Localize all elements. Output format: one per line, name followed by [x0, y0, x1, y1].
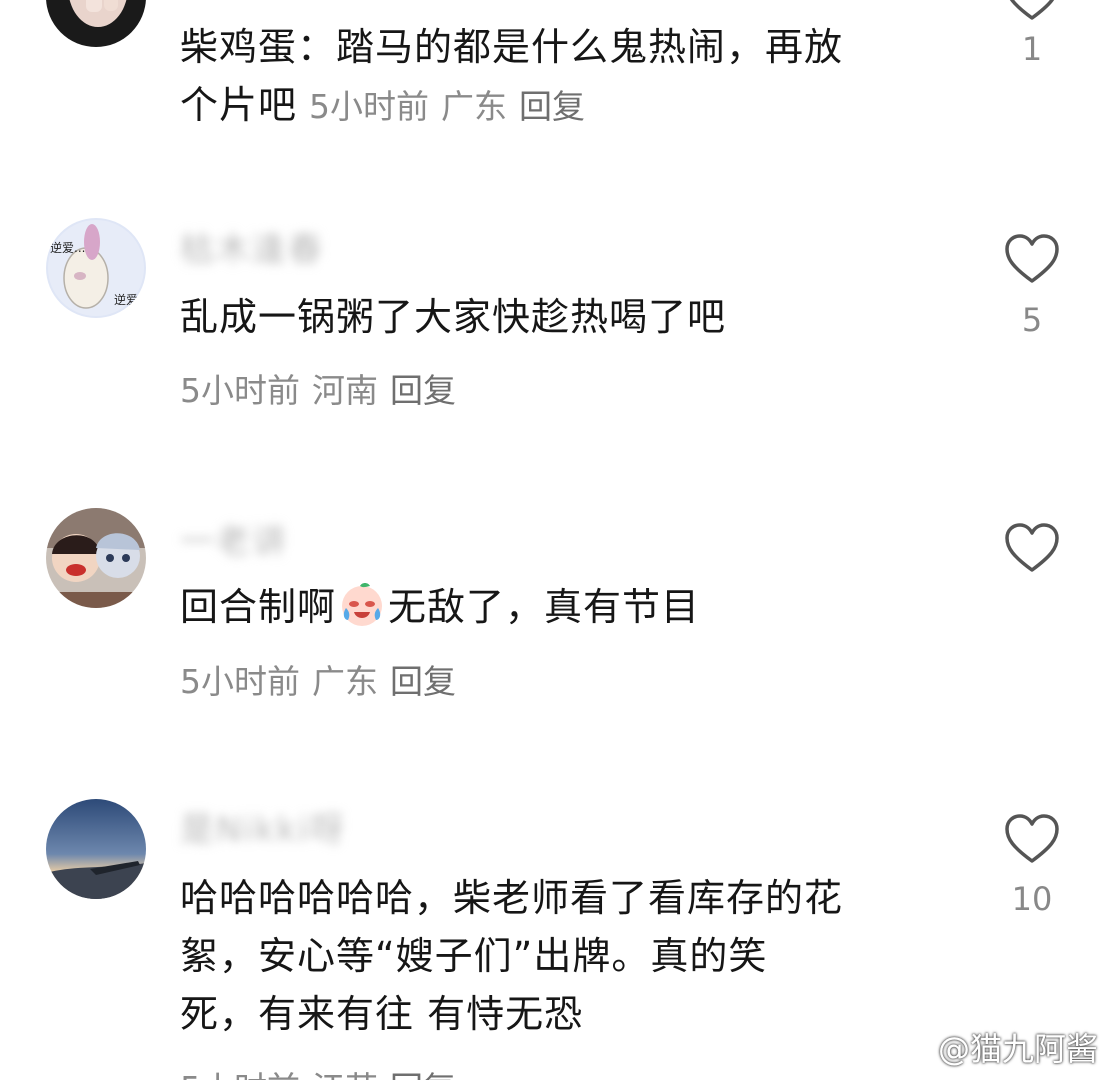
comment-text: 乱成一锅粥了大家快趁热喝了吧 [180, 288, 726, 346]
like-count: 10 [1011, 880, 1053, 918]
crying-laughing-emoji-icon [342, 583, 383, 626]
comment-location: 河南 [312, 371, 378, 410]
like-count: 1 [1021, 30, 1043, 68]
comment-line-text: 个片吧 [180, 83, 298, 127]
heart-outline-icon[interactable] [1003, 813, 1061, 865]
comment-time: 5小时前 [180, 1069, 300, 1080]
username[interactable]: 枯木逢春 [180, 222, 324, 271]
comment-line: 乱成一锅粥了大家快趁热喝了吧 [180, 295, 727, 339]
avatar[interactable] [46, 799, 146, 899]
comment-list: 柴鸡蛋：踏马的都是什么鬼热闹，再放 个片吧 5小时前 广东 回复 1 逆爱... 逆爱… [0, 0, 1110, 1080]
username[interactable]: 一老讲 [180, 514, 288, 563]
comment-time: 5小时前 [180, 662, 300, 701]
comment-line: 回合制啊 无敌了，真有节目 [180, 578, 700, 636]
comment-line-text: 回合制啊 [180, 585, 337, 629]
comment-line: 死，有来有往 有恃无恐 [180, 992, 584, 1036]
comment-line: 个片吧 5小时前 广东 回复 [180, 76, 843, 136]
comment-text: 柴鸡蛋：踏马的都是什么鬼热闹，再放 个片吧 5小时前 广东 回复 [180, 18, 843, 136]
comment-text: 哈哈哈哈哈哈，柴老师看了看库存的花 絮，安心等“嫂子们”出牌。真的笑 死，有来有… [180, 869, 843, 1043]
avatar-caption: 逆爱 [114, 292, 138, 307]
comment-time: 5小时前 [309, 87, 430, 126]
username[interactable]: 是Nikki呀 [180, 802, 346, 851]
reply-button[interactable]: 回复 [390, 1069, 456, 1080]
comment-line-text: 无敌了，真有节目 [388, 585, 701, 629]
heart-outline-icon[interactable] [1003, 0, 1061, 22]
comment-line: 絮，安心等“嫂子们”出牌。真的笑 [180, 934, 768, 978]
comment-meta: 5小时前 江苏 回复 [180, 1062, 468, 1080]
avatar[interactable] [46, 0, 146, 47]
comment-time: 5小时前 [180, 371, 300, 410]
comment-text: 回合制啊 无敌了，真有节目 [180, 578, 700, 636]
comment-line: 柴鸡蛋：踏马的都是什么鬼热闹，再放 [180, 25, 844, 69]
weibo-logo-icon [900, 1038, 933, 1064]
watermark: @猫九阿酱 [900, 1024, 1098, 1070]
avatar[interactable]: 逆爱... 逆爱 [46, 218, 146, 318]
reply-button[interactable]: 回复 [390, 662, 456, 701]
comment-meta: 5小时前 广东 回复 [309, 87, 597, 126]
comment-line: 哈哈哈哈哈哈，柴老师看了看库存的花 [180, 876, 844, 920]
comment-meta: 5小时前 河南 回复 [180, 364, 468, 412]
watermark-text: @猫九阿酱 [937, 1030, 1098, 1068]
comment-location: 广东 [441, 87, 508, 126]
reply-button[interactable]: 回复 [390, 371, 456, 410]
comment-meta: 5小时前 广东 回复 [180, 655, 468, 703]
comment-location: 江苏 [312, 1069, 378, 1080]
heart-outline-icon[interactable] [1003, 522, 1061, 574]
reply-button[interactable]: 回复 [519, 87, 585, 126]
comment-location: 广东 [312, 662, 378, 701]
heart-outline-icon[interactable] [1003, 233, 1061, 285]
avatar[interactable] [46, 508, 146, 608]
avatar-caption: 逆爱... [50, 240, 85, 255]
like-count: 5 [1021, 301, 1043, 339]
